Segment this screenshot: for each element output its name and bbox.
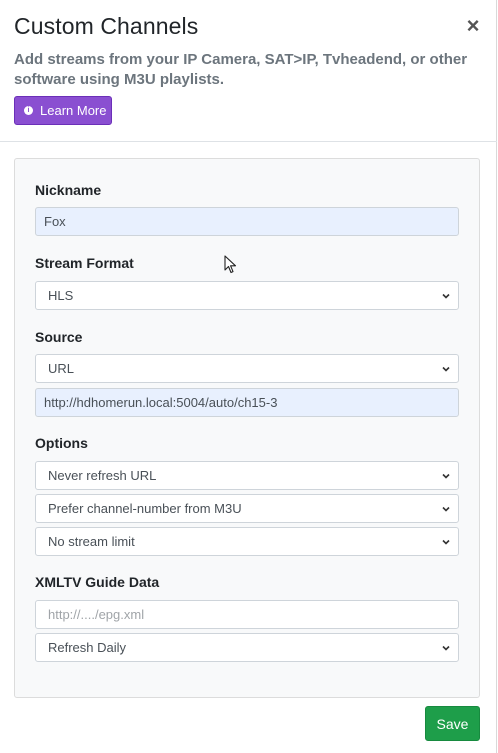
close-icon[interactable]: × [462, 15, 484, 37]
channel-form-card: Nickname Fox Stream Format HLS Source UR… [14, 158, 480, 698]
source-label: Source [35, 329, 83, 345]
chevron-down-icon [442, 293, 450, 299]
channel-number-select[interactable]: Prefer channel-number from M3U [35, 494, 459, 523]
source-url-value: http://hdhomerun.local:5004/auto/ch15-3 [44, 395, 278, 410]
xmltv-refresh-value: Refresh Daily [48, 640, 127, 655]
channel-number-value: Prefer channel-number from M3U [48, 501, 242, 516]
chevron-down-icon [442, 539, 450, 545]
nickname-label: Nickname [35, 182, 102, 198]
stream-format-select[interactable]: HLS [35, 281, 459, 310]
stream-format-label: Stream Format [35, 255, 134, 271]
refresh-url-select[interactable]: Never refresh URL [35, 461, 459, 490]
modal-subtitle: Add streams from your IP Camera, SAT>IP,… [14, 51, 468, 88]
chevron-down-icon [442, 645, 450, 651]
chevron-down-icon [442, 366, 450, 372]
xmltv-url-placeholder: http://..../epg.xml [48, 607, 145, 622]
save-button[interactable]: Save [425, 706, 480, 741]
nickname-value: Fox [44, 214, 66, 229]
learn-more-label: Learn More [40, 103, 107, 118]
stream-format-value: HLS [48, 288, 74, 303]
stream-limit-value: No stream limit [48, 534, 135, 549]
refresh-url-value: Never refresh URL [48, 468, 157, 483]
stream-limit-select[interactable]: No stream limit [35, 527, 459, 556]
modal-title: Custom Channels [14, 13, 199, 39]
xmltv-label: XMLTV Guide Data [35, 574, 160, 590]
xmltv-refresh-select[interactable]: Refresh Daily [35, 633, 459, 662]
info-icon: i [24, 106, 33, 115]
chevron-down-icon [442, 506, 450, 512]
xmltv-url-input[interactable]: http://..../epg.xml [35, 600, 459, 629]
modal-header: Custom Channels × Add streams from your … [0, 0, 497, 142]
custom-channels-modal: Custom Channels × Add streams from your … [0, 0, 497, 753]
mouse-cursor-icon [224, 255, 237, 274]
source-type-select[interactable]: URL [35, 354, 459, 383]
chevron-down-icon [442, 473, 450, 479]
learn-more-button[interactable]: i Learn More [14, 96, 112, 125]
source-type-value: URL [48, 361, 75, 376]
source-url-input[interactable]: http://hdhomerun.local:5004/auto/ch15-3 [35, 388, 459, 417]
options-label: Options [35, 435, 88, 451]
nickname-input[interactable]: Fox [35, 207, 459, 236]
